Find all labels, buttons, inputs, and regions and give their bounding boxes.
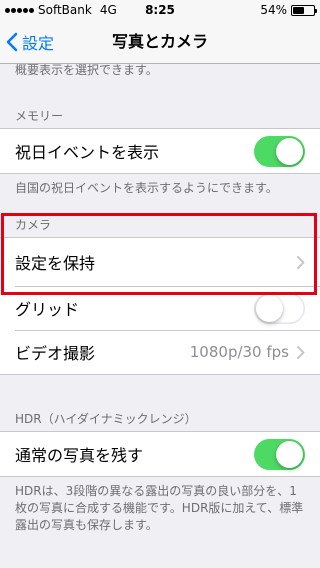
toggle-knob [276, 440, 303, 468]
grid-row: グリッド [0, 286, 320, 330]
preserve-settings-label: 設定を保持 [15, 254, 96, 273]
back-button[interactable]: 設定 [6, 20, 54, 64]
chevron-right-icon [297, 345, 305, 359]
memory-group: 祝日イベントを表示 [0, 128, 320, 174]
hdr-section-footer: HDRは、3段階の異なる露出の写真の良い部分を、1枚の写真に合成する機能です。H… [15, 484, 304, 532]
chevron-left-icon [6, 32, 18, 52]
keep-normal-photo-row: 通常の写真を残す [0, 432, 320, 476]
camera-section-header: カメラ [15, 218, 52, 232]
toggle-knob [276, 137, 303, 165]
navigation-bar: 設定 写真とカメラ [0, 20, 320, 64]
grid-label: グリッド [15, 300, 80, 319]
back-button-label: 設定 [22, 34, 55, 53]
battery-icon [291, 4, 317, 16]
keep-normal-photo-label: 通常の写真を残す [15, 446, 144, 465]
top-section-footer: 概要表示を選択できます。 [15, 63, 158, 77]
memory-section-footer: 自国の祝日イベントを表示するようにできます。 [15, 181, 278, 195]
network-type: 4G [99, 3, 117, 17]
battery-percent: 54% [260, 3, 287, 17]
toggle-knob [256, 294, 283, 322]
status-left: SoftBank 4G [5, 3, 117, 17]
settings-content[interactable]: 概要表示を選択できます。 メモリー 祝日イベントを表示 自国の祝日イベントを表示… [0, 64, 320, 534]
record-video-row[interactable]: ビデオ撮影 1080p/30 fps [0, 330, 320, 374]
status-bar: SoftBank 4G 8:25 54% [0, 0, 320, 20]
show-holidays-toggle[interactable] [254, 135, 305, 167]
show-holidays-row: 祝日イベントを表示 [0, 129, 320, 173]
preserve-settings-row[interactable]: 設定を保持 [0, 238, 320, 286]
carrier-name: SoftBank [38, 3, 92, 17]
status-right: 54% [260, 3, 317, 17]
hdr-section-header: HDR（ハイダイナミックレンジ） [15, 412, 197, 426]
keep-normal-photo-toggle[interactable] [254, 438, 305, 470]
memory-section-header: メモリー [15, 109, 64, 123]
signal-strength-icon [5, 7, 34, 13]
record-video-value: 1080p/30 fps [189, 343, 289, 361]
chevron-right-icon [297, 255, 305, 269]
grid-toggle[interactable] [254, 292, 305, 324]
camera-group: 設定を保持 グリッド ビデオ撮影 1080p/30 fps [0, 237, 320, 375]
record-video-label: ビデオ撮影 [15, 344, 96, 363]
battery-fill [293, 6, 304, 14]
hdr-group: 通常の写真を残す [0, 431, 320, 477]
show-holidays-label: 祝日イベントを表示 [15, 143, 160, 162]
